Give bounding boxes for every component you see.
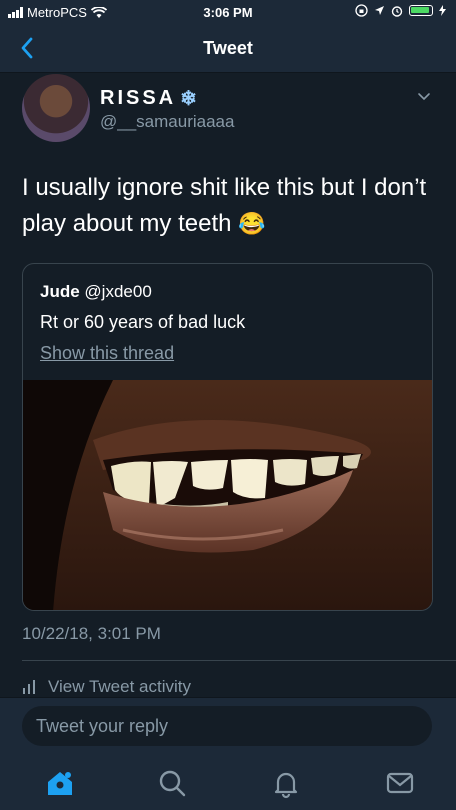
quoted-tweet[interactable]: Jude @jxde00 Rt or 60 years of bad luck … — [22, 263, 433, 611]
location-icon — [375, 6, 384, 15]
search-icon[interactable] — [156, 767, 188, 799]
tweet-body: I usually ignore shit like this but I do… — [22, 174, 427, 237]
show-thread-link[interactable]: Show this thread — [40, 343, 174, 364]
user-handle[interactable]: @__samauriaaaa — [100, 112, 234, 132]
tab-bar — [0, 757, 456, 810]
home-icon[interactable] — [44, 767, 76, 799]
bar-chart-icon — [23, 680, 35, 694]
navigation-bar: Tweet — [0, 26, 456, 73]
reply-bar — [0, 697, 456, 758]
alarm-icon — [391, 5, 403, 17]
quoted-author-handle: @jxde00 — [84, 282, 152, 301]
charging-icon — [439, 5, 446, 16]
avatar[interactable] — [22, 74, 90, 142]
snowflake-emoji: ❄ — [180, 88, 197, 110]
display-name-text: RISSA — [100, 87, 177, 109]
page-title: Tweet — [203, 38, 253, 58]
quoted-author: Jude @jxde00 — [40, 282, 152, 302]
tweet-timestamp: 10/22/18, 3:01 PM — [22, 624, 161, 643]
tweet-activity-label: View Tweet activity — [48, 677, 191, 696]
messages-icon[interactable] — [384, 767, 416, 799]
reply-input[interactable] — [22, 706, 432, 746]
quoted-photo[interactable] — [23, 380, 433, 611]
lock-rotation-icon — [355, 4, 368, 17]
display-name[interactable]: RISSA ❄ — [100, 86, 197, 111]
battery-icon — [409, 5, 433, 16]
laughing-emoji: 😂 — [238, 211, 266, 236]
status-bar: MetroPCS 3:06 PM — [0, 0, 456, 26]
notifications-icon[interactable] — [270, 767, 302, 799]
quoted-author-name: Jude — [40, 282, 80, 301]
status-icons — [355, 4, 446, 17]
tweet-activity-link[interactable]: View Tweet activity — [22, 677, 191, 697]
quoted-tweet-text: Rt or 60 years of bad luck — [40, 312, 246, 332]
tweet-text: I usually ignore shit like this but I do… — [22, 170, 432, 242]
divider — [22, 660, 456, 661]
chevron-down-icon[interactable] — [416, 88, 432, 104]
